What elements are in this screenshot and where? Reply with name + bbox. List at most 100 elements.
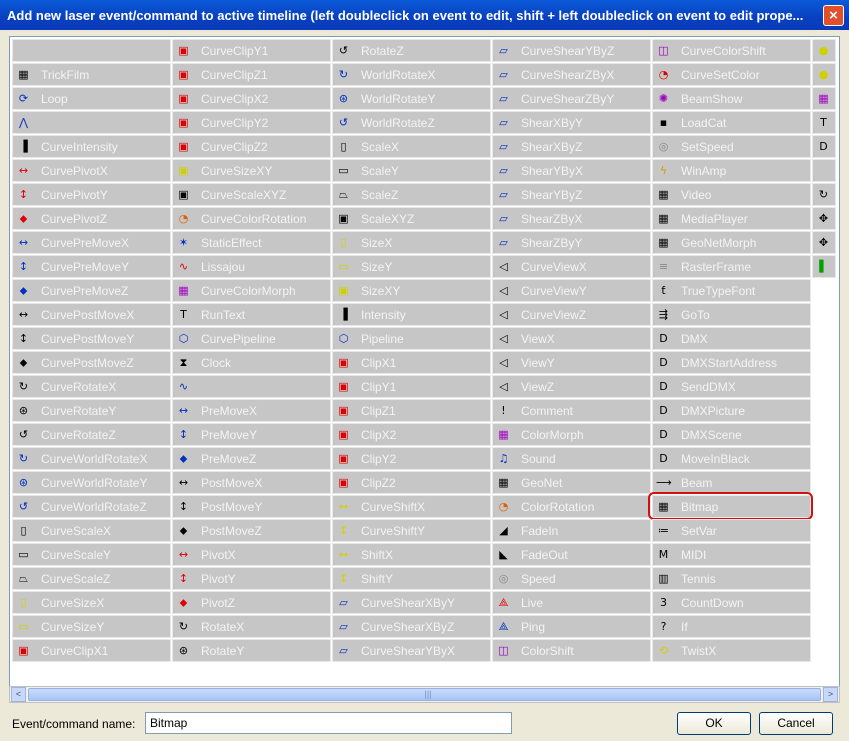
event-cell[interactable]: ↕ PostMoveY <box>172 495 331 518</box>
event-cell[interactable]: ▦ GeoNetMorph <box>652 231 811 254</box>
event-cell[interactable]: ↺ CurveWorldRotateZ <box>12 495 171 518</box>
event-cell[interactable]: D <box>812 135 836 158</box>
event-cell[interactable]: ⟁ Live <box>492 591 651 614</box>
event-cell[interactable]: ● <box>812 39 836 62</box>
event-cell[interactable]: ? If <box>652 615 811 638</box>
event-cell[interactable]: ⇶ GoTo <box>652 303 811 326</box>
event-cell[interactable]: ▯ CurveSizeX <box>12 591 171 614</box>
event-cell[interactable]: ↕ PreMoveY <box>172 423 331 446</box>
event-cell[interactable]: ⟲ TwistX <box>652 639 811 662</box>
event-cell[interactable]: ▦ TrickFilm <box>12 63 171 86</box>
event-cell[interactable]: ▭ SizeY <box>332 255 491 278</box>
event-cell[interactable]: ↕ CurvePreMoveY <box>12 255 171 278</box>
event-cell[interactable]: ▦ CurveColorMorph <box>172 279 331 302</box>
horizontal-scrollbar[interactable]: < ||| > <box>9 686 840 703</box>
event-cell[interactable]: ▣ ScaleXYZ <box>332 207 491 230</box>
event-cell[interactable]: ↻ RotateX <box>172 615 331 638</box>
event-cell[interactable]: ↔ PreMoveX <box>172 399 331 422</box>
event-cell[interactable]: 3 CountDown <box>652 591 811 614</box>
event-cell[interactable]: ϟ WinAmp <box>652 159 811 182</box>
event-cell[interactable]: ⊛ CurveWorldRotateY <box>12 471 171 494</box>
event-cell[interactable]: ▥ Tennis <box>652 567 811 590</box>
event-cell[interactable]: ⊛ RotateY <box>172 639 331 662</box>
event-cell[interactable]: ▣ ClipZ2 <box>332 471 491 494</box>
event-cell[interactable]: ▱ ShearXByZ <box>492 135 651 158</box>
event-cell[interactable]: D DMX <box>652 327 811 350</box>
close-button[interactable]: × <box>823 5 844 26</box>
event-name-input[interactable] <box>145 712 512 734</box>
event-cell[interactable]: ↔ PostMoveX <box>172 471 331 494</box>
event-cell[interactable]: D MoveInBlack <box>652 447 811 470</box>
event-cell[interactable]: ◁ ViewY <box>492 351 651 374</box>
event-cell[interactable]: ⊛ WorldRotateY <box>332 87 491 110</box>
event-cell[interactable]: ↻ <box>812 183 836 206</box>
event-cell[interactable]: ◔ ColorRotation <box>492 495 651 518</box>
event-cell[interactable]: ⋀ <box>12 111 171 134</box>
event-cell[interactable]: ▯ ScaleX <box>332 135 491 158</box>
event-cell[interactable]: ▣ ClipZ1 <box>332 399 491 422</box>
event-cell[interactable]: D DMXStartAddress <box>652 351 811 374</box>
event-cell[interactable]: T RunText <box>172 303 331 326</box>
event-cell[interactable]: ▐ Intensity <box>332 303 491 326</box>
event-cell[interactable]: ▦ GeoNet <box>492 471 651 494</box>
event-cell[interactable]: ▱ ShearZByX <box>492 207 651 230</box>
event-cell[interactable]: ▱ CurveShearYByZ <box>492 39 651 62</box>
event-cell[interactable]: ◎ SetSpeed <box>652 135 811 158</box>
event-cell[interactable]: ▣ ClipY1 <box>332 375 491 398</box>
event-cell[interactable]: D DMXPicture <box>652 399 811 422</box>
event-cell[interactable]: ≡ RasterFrame <box>652 255 811 278</box>
event-cell[interactable]: ▱ ShearYByX <box>492 159 651 182</box>
event-cell[interactable]: ↕ CurvePivotY <box>12 183 171 206</box>
event-cell[interactable]: ! Comment <box>492 399 651 422</box>
event-cell[interactable]: T <box>812 111 836 134</box>
event-cell[interactable]: ↺ WorldRotateZ <box>332 111 491 134</box>
event-cell[interactable]: ↺ CurveRotateZ <box>12 423 171 446</box>
event-cell[interactable]: ⬥ CurvePreMoveZ <box>12 279 171 302</box>
event-cell[interactable]: ✺ BeamShow <box>652 87 811 110</box>
event-cell[interactable]: ▱ CurveShearXByY <box>332 591 491 614</box>
event-cell[interactable]: ƭ TrueTypeFont <box>652 279 811 302</box>
event-cell[interactable]: ▣ ClipY2 <box>332 447 491 470</box>
event-cell[interactable]: ↻ CurveRotateX <box>12 375 171 398</box>
event-cell[interactable]: ▣ CurveSizeXY <box>172 159 331 182</box>
event-cell[interactable]: ▣ CurveClipZ2 <box>172 135 331 158</box>
ok-button[interactable]: OK <box>677 712 751 735</box>
event-cell[interactable]: ▣ ClipX2 <box>332 423 491 446</box>
event-cell[interactable]: ▭ CurveScaleY <box>12 543 171 566</box>
event-cell[interactable]: ⬥ CurvePivotZ <box>12 207 171 230</box>
event-cell[interactable]: ↔ CurvePivotX <box>12 159 171 182</box>
event-cell[interactable]: ♫ Sound <box>492 447 651 470</box>
event-cell[interactable]: ⬥ PostMoveZ <box>172 519 331 542</box>
event-cell[interactable]: ↔ PivotX <box>172 543 331 566</box>
event-cell[interactable]: ✶ StaticEffect <box>172 231 331 254</box>
event-cell[interactable]: D SendDMX <box>652 375 811 398</box>
event-cell[interactable]: ▦ MediaPlayer <box>652 207 811 230</box>
event-cell[interactable]: ▣ CurveClipZ1 <box>172 63 331 86</box>
event-cell[interactable]: ▦ <box>812 87 836 110</box>
event-cell[interactable]: ↺ RotateZ <box>332 39 491 62</box>
scroll-left-button[interactable]: < <box>11 687 26 702</box>
event-cell[interactable]: ⬥ PreMoveZ <box>172 447 331 470</box>
event-cell[interactable]: ✥ <box>812 207 836 230</box>
event-cell[interactable]: ↔ CurvePreMoveX <box>12 231 171 254</box>
event-cell[interactable]: ↔ CurvePostMoveX <box>12 303 171 326</box>
event-cell[interactable]: ⟶ Beam <box>652 471 811 494</box>
event-cell[interactable]: ↔ CurveShiftX <box>332 495 491 518</box>
event-cell[interactable] <box>12 39 171 62</box>
event-cell[interactable]: ▐ CurveIntensity <box>12 135 171 158</box>
event-cell[interactable]: ◫ ColorShift <box>492 639 651 662</box>
event-cell[interactable]: ↕ PivotY <box>172 567 331 590</box>
event-cell[interactable] <box>812 159 836 182</box>
event-cell[interactable]: ▣ ClipX1 <box>332 351 491 374</box>
event-cell[interactable]: ⊛ CurveRotateY <box>12 399 171 422</box>
event-cell[interactable]: ▭ ScaleY <box>332 159 491 182</box>
event-cell[interactable]: ↻ CurveWorldRotateX <box>12 447 171 470</box>
event-cell[interactable]: ◁ ViewZ <box>492 375 651 398</box>
event-cell[interactable]: ◢ FadeIn <box>492 519 651 542</box>
event-cell[interactable]: ⬥ PivotZ <box>172 591 331 614</box>
event-cell[interactable]: ⟳ Loop <box>12 87 171 110</box>
event-cell[interactable]: ▣ CurveClipY2 <box>172 111 331 134</box>
event-cell[interactable]: D DMXScene <box>652 423 811 446</box>
event-cell[interactable]: ◔ CurveColorRotation <box>172 207 331 230</box>
event-cell[interactable]: ▯ SizeX <box>332 231 491 254</box>
